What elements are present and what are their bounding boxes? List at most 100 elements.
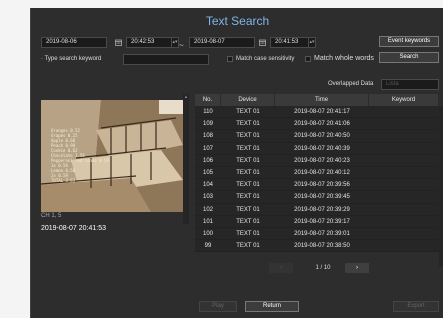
row-no: 103 <box>202 194 213 201</box>
table-row[interactable]: 99 TEXT 01 2019-08-07 20:38:50 <box>195 240 439 253</box>
prev-page-button[interactable]: ‹ <box>269 263 293 273</box>
preview-scrollbar[interactable]: ▴ <box>183 94 189 224</box>
from-time-value: 20:42:53 <box>131 39 155 45</box>
table-row[interactable]: 106 TEXT 01 2019-08-07 20:40:23 <box>195 154 439 167</box>
row-device: TEXT 01 <box>236 133 260 140</box>
table-row[interactable]: 104 TEXT 01 2019-08-07 20:39:56 <box>195 179 439 192</box>
preview-overlay-text: Oranges 0.52 Grapes 0.25 Apple 0.68 Peac… <box>51 128 109 183</box>
to-time-value: 20:41:53 <box>275 39 299 45</box>
overlay-line: TOTAL 3.63 <box>51 178 76 183</box>
table-row[interactable]: 102 TEXT 01 2019-08-07 20:39:29 <box>195 203 439 216</box>
row-no: 100 <box>202 230 213 237</box>
row-time: 2019-08-07 20:38:50 <box>294 243 350 250</box>
range-separator: ~ <box>179 41 184 50</box>
row-no: 110 <box>203 109 213 115</box>
from-time-field[interactable]: 20:42:53 ▴▾ <box>126 37 179 48</box>
scroll-up-icon[interactable]: ▴ <box>183 94 189 100</box>
row-no: 102 <box>202 206 213 213</box>
row-keyword <box>369 118 439 129</box>
row-time: 2019-08-07 20:40:23 <box>294 157 350 164</box>
row-device: TEXT 01 <box>236 194 260 201</box>
row-time: 2019-08-07 20:39:56 <box>294 182 350 189</box>
keyword-input[interactable] <box>123 54 209 65</box>
row-keyword <box>369 130 439 141</box>
row-keyword <box>369 228 439 239</box>
overlapped-select[interactable]: Lista <box>381 79 439 90</box>
table-body: 110 TEXT 01 2019-08-07 20:41:17 109 TEXT 01 2… <box>195 106 439 253</box>
row-device: TEXT 01 <box>236 169 260 176</box>
export-button[interactable]: Export <box>393 301 439 312</box>
search-button[interactable]: Search <box>379 52 439 63</box>
row-device: TEXT 01 <box>236 206 260 213</box>
row-no: 106 <box>202 157 213 164</box>
row-keyword <box>369 240 439 251</box>
table-row[interactable]: 103 TEXT 01 2019-08-07 20:39:45 <box>195 191 439 204</box>
row-no: 108 <box>202 133 213 140</box>
row-no: 107 <box>202 145 213 152</box>
row-time: 2019-08-07 20:40:39 <box>294 145 350 152</box>
row-keyword <box>369 179 439 190</box>
table-scrollbar[interactable] <box>439 106 443 266</box>
row-device: TEXT 01 <box>236 157 260 164</box>
row-keyword <box>369 143 439 154</box>
from-date-value: 2019-08-06 <box>46 39 77 45</box>
column-header-time[interactable]: Time <box>275 94 369 106</box>
keyword-label-text: Type search keyword <box>44 56 102 62</box>
match-case-label: Match case sensitivity <box>236 56 295 62</box>
row-keyword <box>369 106 439 117</box>
column-header-keyword[interactable]: Keyword <box>369 94 439 106</box>
table-row[interactable]: 110 TEXT 01 2019-08-07 20:41:17 <box>195 106 439 119</box>
results-table: No. Device Time Keyword 110 TEXT 01 2019-0… <box>195 94 439 253</box>
row-no: 104 <box>202 182 213 189</box>
video-preview[interactable]: Oranges 0.52 Grapes 0.25 Apple 0.68 Peac… <box>41 100 183 212</box>
row-time: 2019-08-07 20:39:45 <box>294 194 350 201</box>
row-no: 105 <box>202 169 213 176</box>
column-header-no[interactable]: No. <box>195 94 221 106</box>
row-device: TEXT 01 <box>236 145 260 152</box>
table-row[interactable]: 101 TEXT 01 2019-08-07 20:39:17 <box>195 215 439 228</box>
row-device: TEXT 01 <box>236 182 260 189</box>
row-no: 99 <box>204 243 212 250</box>
row-time: 2019-08-07 20:39:17 <box>294 218 350 225</box>
time-spinner-icon[interactable]: ▴▾ <box>308 38 315 47</box>
table-header: No. Device Time Keyword <box>195 94 439 106</box>
row-time: 2019-08-07 20:41:17 <box>294 109 350 115</box>
table-row[interactable]: 100 TEXT 01 2019-08-07 20:39:01 <box>195 227 439 241</box>
table-row[interactable]: 109 TEXT 01 2019-08-07 20:41:06 <box>195 118 439 131</box>
return-button[interactable]: Return <box>245 301 299 312</box>
from-date-field[interactable]: 2019-08-06 <box>41 37 107 48</box>
row-no: 109 <box>202 121 213 128</box>
event-keywords-button[interactable]: Event keywords <box>379 36 439 47</box>
match-whole-checkbox[interactable] <box>305 56 311 62</box>
pagination: ‹ 1 / 10 › <box>269 263 385 273</box>
row-device: TEXT 01 <box>236 121 260 128</box>
row-device: TEXT 01 <box>236 218 260 225</box>
column-header-device[interactable]: Device <box>221 94 275 106</box>
row-time: 2019-08-07 20:40:12 <box>294 169 350 176</box>
row-keyword <box>369 216 439 227</box>
channel-label: CH 1, 5 <box>41 213 62 219</box>
match-case-checkbox[interactable] <box>227 56 233 62</box>
next-page-button[interactable]: › <box>345 263 369 273</box>
text-search-window: Text Search 2019-08-06 20:42:53 ▴▾ ~ 201… <box>30 8 443 318</box>
table-row[interactable]: 107 TEXT 01 2019-08-07 20:40:39 <box>195 142 439 155</box>
time-spinner-icon[interactable]: ▴▾ <box>171 38 178 47</box>
row-keyword <box>369 167 439 178</box>
to-time-field[interactable]: 20:41:53 ▴▾ <box>270 37 316 48</box>
row-device: TEXT 01 <box>236 109 260 115</box>
page-indicator: 1 / 10 <box>315 265 331 271</box>
preview-timestamp: 2019-08-07 20:41:53 <box>41 225 106 232</box>
calendar-icon[interactable] <box>115 39 122 46</box>
table-row[interactable]: 105 TEXT 01 2019-08-07 20:40:12 <box>195 166 439 180</box>
play-button[interactable]: Play <box>199 301 237 312</box>
row-keyword <box>369 204 439 215</box>
calendar-icon[interactable] <box>259 39 266 46</box>
row-time: 2019-08-07 20:39:01 <box>294 230 350 237</box>
row-device: TEXT 01 <box>236 230 260 237</box>
to-date-value: 2019-08-07 <box>194 39 225 45</box>
overlapped-value: Lista <box>386 81 399 87</box>
to-date-field[interactable]: 2019-08-07 <box>189 37 255 48</box>
row-time: 2019-08-07 20:41:06 <box>294 121 350 128</box>
row-keyword <box>369 191 439 202</box>
table-row[interactable]: 108 TEXT 01 2019-08-07 20:40:50 <box>195 130 439 143</box>
